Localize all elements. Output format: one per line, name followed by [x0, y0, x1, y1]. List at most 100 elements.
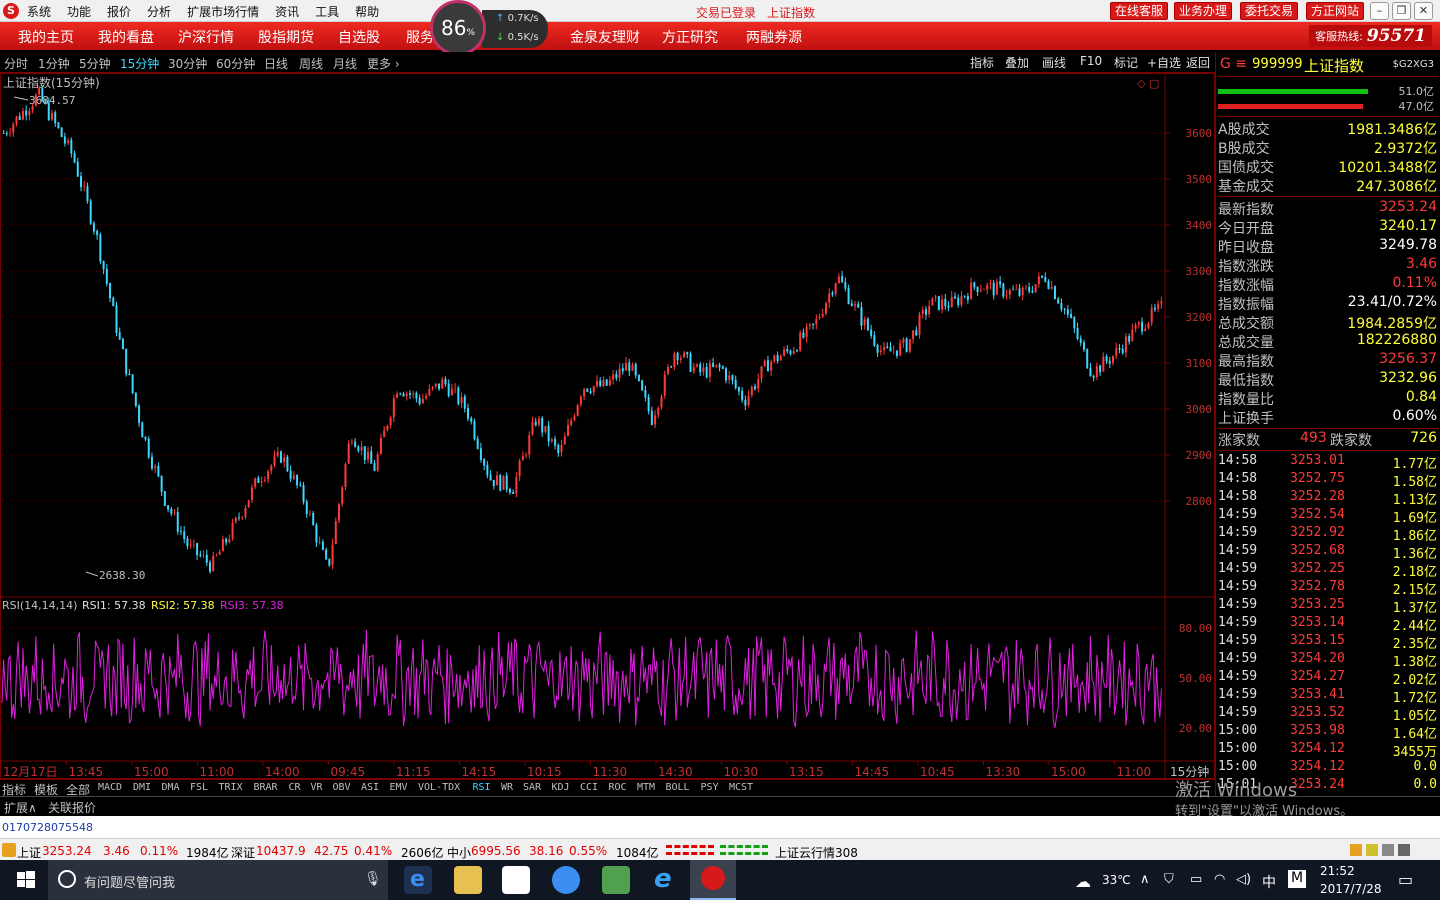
period-tab[interactable]: 日线 [264, 55, 288, 72]
online-service-button[interactable]: 在线客服 [1110, 2, 1169, 20]
ticker-cloud[interactable]: 上证云行情308 [775, 844, 858, 861]
indicator-tab[interactable]: TRIX [219, 782, 243, 793]
indicator-tab[interactable]: CCI [580, 782, 598, 793]
period-tab[interactable]: 30分钟 [168, 55, 207, 72]
ticker-tray-icons[interactable] [1350, 844, 1432, 858]
menu-analysis[interactable]: 分析 [147, 3, 171, 20]
menu-function[interactable]: 功能 [67, 3, 91, 20]
tool-draw[interactable]: 画线 [1042, 54, 1066, 71]
indicator-tab[interactable]: VR [311, 782, 323, 793]
network-icon[interactable]: ▭ [1190, 872, 1202, 887]
indicator-tab[interactable]: OBV [333, 782, 351, 793]
period-more[interactable]: 更多 › [367, 55, 400, 72]
indicator-tab[interactable]: PSY [701, 782, 719, 793]
related-quote-tab[interactable]: 关联报价 [48, 799, 96, 816]
menu-help[interactable]: 帮助 [355, 3, 379, 20]
nav-futures[interactable]: 股指期货 [258, 27, 314, 47]
indicator-tab[interactable]: EMV [390, 782, 408, 793]
period-tab[interactable]: 分时 [4, 55, 28, 72]
rsi-label: RSI(14,14,14) [2, 599, 77, 612]
tool-mark[interactable]: 标记 [1114, 54, 1138, 71]
chart-svg[interactable]: 3600 3500 3400 3300 3200 3100 3000 2900 2800 80.0… [0, 73, 1215, 779]
close-icon[interactable]: ✕ [1414, 2, 1433, 20]
tick-volume: 1.37亿 [1392, 601, 1437, 616]
period-tab[interactable]: 1分钟 [38, 55, 70, 72]
clock-time[interactable]: 21:52 [1320, 864, 1355, 878]
indicator-tab[interactable]: SAR [523, 782, 541, 793]
indicator-tab[interactable]: RSI [473, 782, 491, 793]
restore-icon[interactable]: ❐ [1392, 2, 1411, 20]
menu-system[interactable]: 系统 [27, 3, 51, 20]
indicator-tab[interactable]: CR [289, 782, 301, 793]
stock-app-taskbar-button[interactable] [690, 860, 736, 900]
browser-icon[interactable] [552, 866, 580, 894]
edge-icon[interactable]: e [404, 866, 432, 894]
ime-indicator[interactable]: 中 [1262, 872, 1276, 892]
tool-add-watch[interactable]: +自选 [1147, 54, 1181, 71]
menu-ext-market[interactable]: 扩展市场行情 [187, 3, 259, 20]
period-tab[interactable]: 月线 [333, 55, 357, 72]
tool-f10[interactable]: F10 [1080, 54, 1102, 68]
indicator-tab[interactable]: WR [501, 782, 513, 793]
stock-app-icon [701, 866, 725, 890]
search-box[interactable]: 有问题尽管问我 🎙 [48, 860, 388, 900]
period-tab-active[interactable]: 15分钟 [120, 55, 159, 72]
shield-icon[interactable]: ⛉ [1164, 872, 1174, 887]
period-tab[interactable]: 60分钟 [216, 55, 255, 72]
app-icon[interactable] [602, 866, 630, 894]
tool-back[interactable]: 返回 [1186, 54, 1210, 71]
clock-date[interactable]: 2017/7/28 [1320, 882, 1382, 896]
indicator-tab[interactable]: VOL-TDX [418, 782, 460, 793]
business-button[interactable]: 业务办理 [1174, 2, 1233, 20]
y-tick-label: 3000 [1186, 403, 1213, 416]
microphone-icon[interactable]: 🎙 [364, 871, 382, 887]
website-button[interactable]: 方正网站 [1306, 2, 1365, 20]
windows-start-icon[interactable] [12, 866, 40, 894]
indicator-tab[interactable]: MTM [637, 782, 655, 793]
diamond-icon[interactable]: ◇ ▢ [1137, 77, 1159, 90]
tool-indicator[interactable]: 指标 [970, 54, 994, 71]
speed-percent: 86 [440, 16, 467, 40]
volume-icon[interactable]: ◁) [1236, 872, 1251, 887]
tool-overlay[interactable]: 叠加 [1005, 54, 1029, 71]
notification-icon[interactable]: ▭ [1398, 870, 1413, 889]
nav-watchlist[interactable]: 自选股 [338, 27, 380, 47]
weather-icon[interactable]: ☁ [1075, 872, 1091, 891]
period-tab[interactable]: 5分钟 [79, 55, 111, 72]
ext-expand-tab[interactable]: 扩展∧ [4, 799, 37, 816]
kline-chart-area[interactable]: 3600 3500 3400 3300 3200 3100 3000 2900 2800 80.0… [0, 73, 1215, 791]
nav-finance[interactable]: 金泉友理财 [570, 27, 640, 47]
nav-my-watch[interactable]: 我的看盘 [98, 27, 154, 47]
minimize-icon[interactable]: – [1370, 2, 1389, 20]
ie-icon[interactable]: e [650, 864, 678, 894]
store-icon[interactable] [502, 866, 530, 894]
nav-margin[interactable]: 两融券源 [746, 27, 802, 47]
indicator-tab[interactable]: ASI [361, 782, 379, 793]
tray-chevron-icon[interactable]: ∧ [1140, 872, 1150, 887]
login-status[interactable]: 交易已登录 [696, 4, 756, 21]
network-speed-widget[interactable]: ↑ 0.7K/s ↓ 0.5K/s 86% [430, 0, 548, 56]
indicator-tab[interactable]: MACD [98, 782, 122, 793]
ime-mode[interactable]: M [1288, 870, 1306, 888]
indicator-tab[interactable]: FSL [190, 782, 208, 793]
index-ticker[interactable]: 上证 3253.24 3.46 0.11% 1984亿 深证 10437.9 4… [0, 838, 1440, 862]
menu-quote[interactable]: 报价 [107, 3, 131, 20]
nav-home[interactable]: 我的主页 [18, 27, 74, 47]
indicator-tab[interactable]: BRAR [254, 782, 278, 793]
nav-research[interactable]: 方正研究 [662, 27, 718, 47]
wifi-icon[interactable]: ◠ [1214, 872, 1225, 887]
trade-button[interactable]: 委托交易 [1240, 2, 1299, 20]
period-tab[interactable]: 周线 [299, 55, 323, 72]
indicator-tab[interactable]: BOLL [666, 782, 690, 793]
indicator-tab[interactable]: KDJ [552, 782, 570, 793]
menu-tools[interactable]: 工具 [315, 3, 339, 20]
row-label: 今日开盘 [1218, 221, 1274, 237]
y-tick-label: 2900 [1186, 449, 1213, 462]
nav-market[interactable]: 沪深行情 [178, 27, 234, 47]
file-explorer-icon[interactable] [454, 866, 482, 894]
indicator-tab[interactable]: MCST [729, 782, 753, 793]
indicator-tab[interactable]: DMI [133, 782, 151, 793]
indicator-tab[interactable]: ROC [609, 782, 627, 793]
indicator-tab[interactable]: DMA [162, 782, 180, 793]
menu-news[interactable]: 资讯 [275, 3, 299, 20]
